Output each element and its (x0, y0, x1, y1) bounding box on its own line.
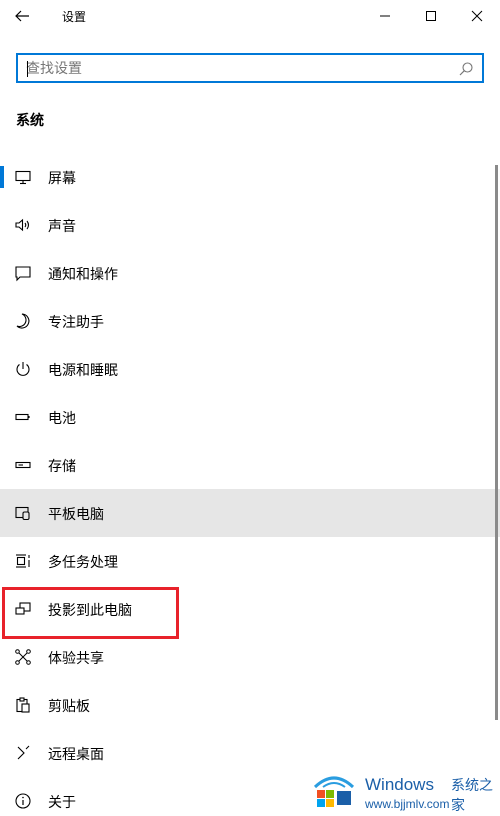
search-input[interactable] (26, 59, 446, 79)
nav-item-focus-assist[interactable]: 专注助手 (0, 297, 500, 345)
notification-icon (14, 264, 32, 282)
nav-item-label: 电源和睡眠 (48, 363, 118, 379)
nav-item-label: 关于 (48, 795, 76, 811)
windows-logo-icon (311, 767, 357, 811)
watermark-brand-cn: 系统之家 (451, 778, 493, 814)
speaker-icon (14, 216, 32, 234)
multitasking-icon (14, 552, 32, 570)
search-icon[interactable] (458, 61, 474, 77)
battery-icon (14, 408, 32, 426)
nav-item-label: 通知和操作 (48, 267, 118, 283)
storage-icon (14, 456, 32, 474)
nav-item-label: 剪贴板 (48, 699, 90, 715)
clipboard-icon (14, 696, 32, 714)
search-box[interactable] (16, 53, 484, 83)
nav-item-multitasking[interactable]: 多任务处理 (0, 537, 500, 585)
back-arrow-icon[interactable] (10, 5, 34, 27)
nav-item-clipboard[interactable]: 剪贴板 (0, 681, 500, 729)
watermark-url: www.bjjmlv.com (365, 797, 450, 811)
nav-item-storage[interactable]: 存储 (0, 441, 500, 489)
annotation-highlight-box (2, 587, 179, 639)
nav-item-label: 多任务处理 (48, 555, 118, 571)
watermark-brand: Windows (365, 775, 434, 794)
selection-indicator (0, 166, 4, 188)
nav-item-tablet-mode[interactable]: 平板电脑 (0, 489, 500, 537)
maximize-icon[interactable] (420, 6, 442, 26)
nav-item-notifications[interactable]: 通知和操作 (0, 249, 500, 297)
title-bar: 设置 (0, 0, 500, 32)
settings-nav-list: 屏幕 声音 通知和操作 专注助手 电源和睡眠 电池 存储 平板电脑 多任务处理 … (0, 153, 500, 816)
close-icon[interactable] (466, 6, 488, 26)
nav-item-label: 体验共享 (48, 651, 104, 667)
nav-item-label: 声音 (48, 219, 76, 235)
window-title: 设置 (62, 10, 87, 24)
nav-item-label: 屏幕 (48, 171, 76, 187)
nav-item-label: 远程桌面 (48, 747, 104, 763)
nav-item-battery[interactable]: 电池 (0, 393, 500, 441)
nav-item-label: 专注助手 (48, 315, 104, 331)
section-title: 系统 (16, 113, 44, 129)
remote-desktop-icon (14, 744, 32, 762)
scrollbar[interactable] (495, 165, 498, 720)
shared-experiences-icon (14, 648, 32, 666)
nav-item-label: 平板电脑 (48, 507, 104, 523)
minimize-icon[interactable] (374, 6, 396, 26)
display-icon (14, 168, 32, 186)
watermark: Windows 系统之家 www.bjjmlv.com (309, 763, 500, 816)
text-caret (27, 61, 28, 77)
tablet-icon (14, 504, 32, 522)
power-icon (14, 360, 32, 378)
nav-item-display[interactable]: 屏幕 (0, 153, 500, 201)
nav-item-label: 存储 (48, 459, 76, 475)
moon-icon (14, 312, 32, 330)
info-icon (14, 792, 32, 810)
nav-item-power-sleep[interactable]: 电源和睡眠 (0, 345, 500, 393)
nav-item-sound[interactable]: 声音 (0, 201, 500, 249)
nav-item-shared-experiences[interactable]: 体验共享 (0, 633, 500, 681)
nav-item-label: 电池 (48, 411, 76, 427)
